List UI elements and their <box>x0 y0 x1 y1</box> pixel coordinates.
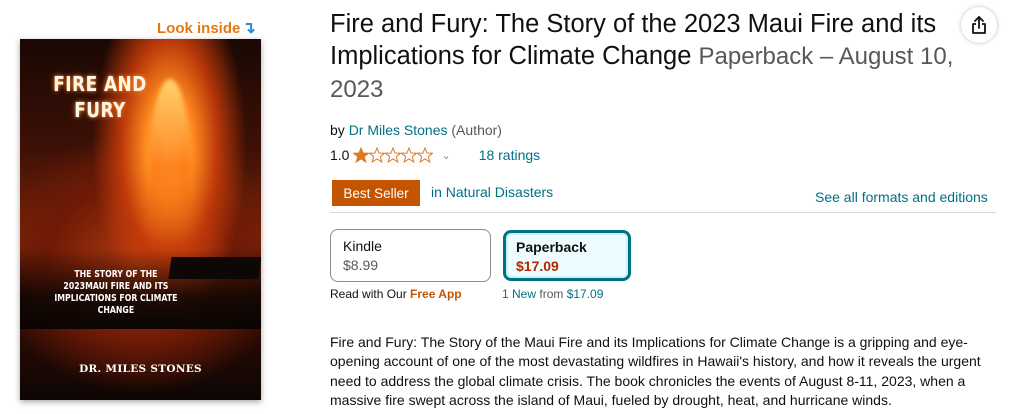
offers-price-link[interactable]: $17.09 <box>567 287 604 301</box>
star-empty-icon <box>385 147 402 163</box>
look-inside-label: Look inside <box>157 19 241 37</box>
product-title: Fire and Fury: The Story of the 2023 Mau… <box>330 8 970 106</box>
book-description: Fire and Fury: The Story of the Maui Fir… <box>330 334 981 409</box>
see-all-formats-link[interactable]: See all formats and editions <box>815 189 988 205</box>
best-seller-badge[interactable]: Best Seller <box>332 180 420 206</box>
star-filled-icon <box>353 147 370 163</box>
kindle-note-prefix: Read with Our <box>330 287 407 301</box>
format-name: Paperback <box>516 239 587 255</box>
look-inside-arrow-icon: ↴ <box>242 20 256 37</box>
cover-title-line: FURY <box>74 98 126 122</box>
star-rating[interactable] <box>353 147 434 163</box>
rating-value: 1.0 <box>330 147 350 163</box>
star-empty-icon <box>369 147 386 163</box>
paperback-offers-note: 1 New from $17.09 <box>502 287 603 301</box>
chevron-down-icon[interactable]: ⌄ <box>441 149 450 162</box>
format-option-paperback[interactable]: Paperback $17.09 <box>503 230 631 281</box>
author-role: (Author) <box>451 122 502 138</box>
book-cover-image[interactable]: FIRE AND FURY THE STORY OF THE 2023MAUI … <box>20 39 261 400</box>
rating-row: 1.0 ⌄ 18 ratings <box>330 147 540 163</box>
cover-subtitle-line: 2023MAUI FIRE AND ITS <box>63 281 169 292</box>
offers-from-label: from <box>539 287 564 301</box>
new-offers-link[interactable]: 1 New <box>502 287 536 301</box>
cover-subtitle: THE STORY OF THE 2023MAUI FIRE AND ITS I… <box>38 269 194 317</box>
category-link[interactable]: in Natural Disasters <box>431 184 553 200</box>
ratings-count-link[interactable]: 18 ratings <box>479 147 540 163</box>
cover-subtitle-line: CHANGE <box>97 305 135 316</box>
free-app-link[interactable]: Free App <box>410 287 462 301</box>
byline: by Dr Miles Stones (Author) <box>330 122 502 138</box>
cover-author: DR. MILES STONES <box>79 363 202 375</box>
cover-title: FIRE AND FURY <box>32 71 168 123</box>
divider <box>330 212 996 213</box>
cover-subtitle-line: IMPLICATIONS FOR CLIMATE <box>54 293 178 304</box>
cover-title-line: FIRE AND <box>53 72 147 96</box>
format-price: $17.09 <box>516 258 559 274</box>
format-price: $8.99 <box>343 257 379 273</box>
star-empty-icon <box>417 147 434 163</box>
look-inside-link[interactable]: Look inside ↴ <box>157 18 256 38</box>
star-empty-icon <box>401 147 418 163</box>
format-name: Kindle <box>343 238 382 254</box>
format-option-kindle[interactable]: Kindle $8.99 <box>330 229 491 282</box>
byline-prefix: by <box>330 122 345 138</box>
kindle-app-note: Read with Our Free App <box>330 287 462 301</box>
author-link[interactable]: Dr Miles Stones <box>349 122 448 138</box>
cover-subtitle-line: THE STORY OF THE <box>74 269 158 280</box>
